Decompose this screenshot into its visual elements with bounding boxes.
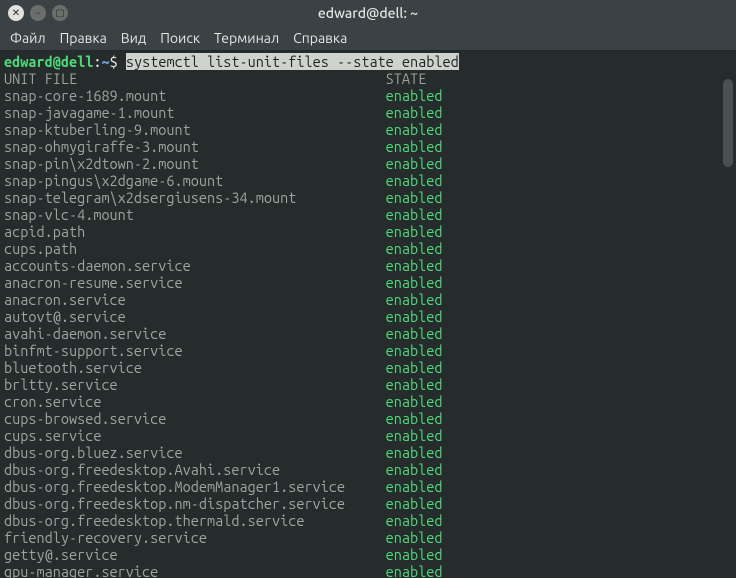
unit-file: cups.service: [4, 427, 386, 444]
unit-state: enabled: [386, 223, 443, 240]
prompt-user: edward: [4, 53, 53, 70]
prompt-host: dell: [61, 53, 93, 70]
menubar: Файл Правка Вид Поиск Терминал Справка: [0, 26, 736, 51]
unit-file: dbus-org.freedesktop.Avahi.service: [4, 461, 386, 478]
unit-state: enabled: [386, 393, 443, 410]
unit-file: snap-ktuberling-9.mount: [4, 121, 386, 138]
prompt-dollar: $: [110, 53, 126, 70]
menu-edit[interactable]: Правка: [60, 30, 107, 46]
unit-file: snap-pingus\x2dgame-6.mount: [4, 172, 386, 189]
unit-file: anacron-resume.service: [4, 274, 386, 291]
unit-state: enabled: [386, 155, 443, 172]
unit-state: enabled: [386, 240, 443, 257]
close-icon[interactable]: ✕: [8, 5, 24, 21]
unit-file: snap-javagame-1.mount: [4, 104, 386, 121]
col-header-state: STATE: [386, 70, 427, 87]
unit-file: snap-core-1689.mount: [4, 87, 386, 104]
unit-state: enabled: [386, 257, 443, 274]
unit-state: enabled: [386, 444, 443, 461]
unit-state: enabled: [386, 512, 443, 529]
titlebar: ✕ − ▢ edward@dell: ~: [0, 0, 736, 26]
unit-file: anacron.service: [4, 291, 386, 308]
unit-state: enabled: [386, 461, 443, 478]
unit-state: enabled: [386, 121, 443, 138]
unit-file: gpu-manager.service: [4, 563, 386, 578]
unit-state: enabled: [386, 376, 443, 393]
unit-file: snap-ohmygiraffe-3.mount: [4, 138, 386, 155]
scrollbar-thumb[interactable]: [723, 79, 733, 167]
menu-terminal[interactable]: Терминал: [214, 30, 279, 46]
unit-file: snap-pin\x2dtown-2.mount: [4, 155, 386, 172]
unit-state: enabled: [386, 172, 443, 189]
unit-file: snap-vlc-4.mount: [4, 206, 386, 223]
unit-state: enabled: [386, 274, 443, 291]
scrollbar[interactable]: [722, 51, 734, 578]
col-header-unit: UNIT FILE: [4, 70, 386, 87]
terminal-window: ✕ − ▢ edward@dell: ~ Файл Правка Вид Пои…: [0, 0, 736, 578]
prompt-at: @: [53, 53, 61, 70]
menu-file[interactable]: Файл: [10, 30, 46, 46]
unit-file: avahi-daemon.service: [4, 325, 386, 342]
unit-file: binfmt-support.service: [4, 342, 386, 359]
window-buttons: ✕ − ▢: [8, 5, 68, 21]
unit-state: enabled: [386, 87, 443, 104]
prompt-path: ~: [101, 53, 109, 70]
unit-state: enabled: [386, 138, 443, 155]
unit-file: cups-browsed.service: [4, 410, 386, 427]
unit-state: enabled: [386, 563, 443, 578]
terminal-content: edward@dell:~$ systemctl list-unit-files…: [0, 51, 736, 578]
unit-state: enabled: [386, 189, 443, 206]
unit-file: dbus-org.freedesktop.ModemManager1.servi…: [4, 478, 386, 495]
unit-file: brltty.service: [4, 376, 386, 393]
unit-state: enabled: [386, 104, 443, 121]
unit-state: enabled: [386, 495, 443, 512]
unit-file: cron.service: [4, 393, 386, 410]
unit-state: enabled: [386, 546, 443, 563]
unit-state: enabled: [386, 529, 443, 546]
unit-state: enabled: [386, 410, 443, 427]
terminal-viewport[interactable]: edward@dell:~$ systemctl list-unit-files…: [0, 51, 736, 578]
unit-file: dbus-org.freedesktop.thermald.service: [4, 512, 386, 529]
command-input[interactable]: systemctl list-unit-files --state enable…: [126, 53, 459, 70]
unit-file: dbus-org.bluez.service: [4, 444, 386, 461]
unit-file: bluetooth.service: [4, 359, 386, 376]
unit-file: snap-telegram\x2dsergiusens-34.mount: [4, 189, 386, 206]
unit-state: enabled: [386, 308, 443, 325]
unit-state: enabled: [386, 206, 443, 223]
unit-file: accounts-daemon.service: [4, 257, 386, 274]
menu-view[interactable]: Вид: [121, 30, 146, 46]
maximize-icon[interactable]: ▢: [52, 5, 68, 21]
unit-file: dbus-org.freedesktop.nm-dispatcher.servi…: [4, 495, 386, 512]
unit-state: enabled: [386, 478, 443, 495]
window-title: edward@dell: ~: [0, 5, 736, 21]
unit-file: autovt@.service: [4, 308, 386, 325]
unit-state: enabled: [386, 359, 443, 376]
unit-file: acpid.path: [4, 223, 386, 240]
unit-file: getty@.service: [4, 546, 386, 563]
unit-file: cups.path: [4, 240, 386, 257]
minimize-icon[interactable]: −: [30, 5, 46, 21]
unit-state: enabled: [386, 342, 443, 359]
unit-state: enabled: [386, 427, 443, 444]
unit-state: enabled: [386, 291, 443, 308]
menu-help[interactable]: Справка: [293, 30, 347, 46]
menu-search[interactable]: Поиск: [160, 30, 200, 46]
unit-state: enabled: [386, 325, 443, 342]
unit-file: friendly-recovery.service: [4, 529, 386, 546]
